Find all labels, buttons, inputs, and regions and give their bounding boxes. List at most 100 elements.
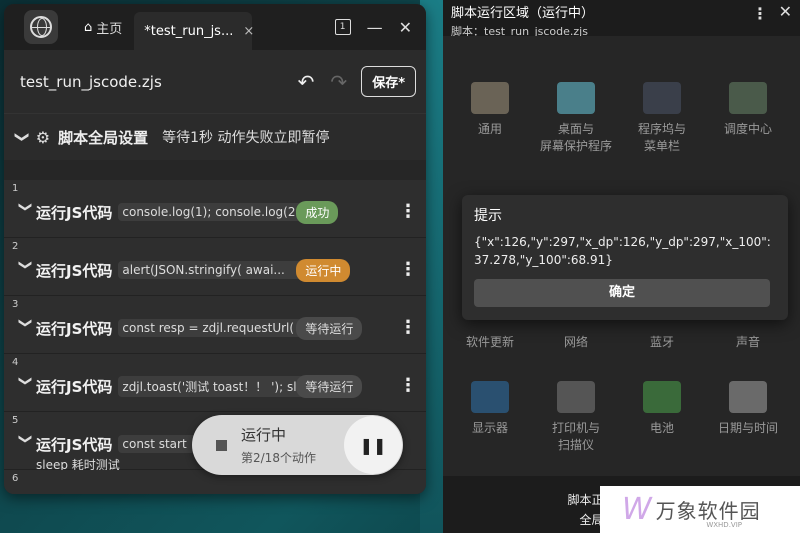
stop-icon[interactable] xyxy=(216,439,227,451)
watermark: W 万象软件园 WXHD.VIP xyxy=(600,486,800,533)
pref-label: 软件更新 xyxy=(465,335,514,349)
chevron-down-icon[interactable]: ❯ xyxy=(18,433,33,455)
step-row[interactable]: 1 ❯ 运行JS代码 console.log(1); console.log(2...… xyxy=(4,180,426,238)
pref-item[interactable]: 打印机与 扫描仪 xyxy=(531,381,621,453)
pref-item[interactable]: 调度中心 xyxy=(703,82,793,137)
status-badge: 等待运行 xyxy=(296,374,363,398)
tab-script-label: *test_run_js... xyxy=(144,23,234,39)
step-title: 运行JS代码 xyxy=(36,435,113,454)
pref-item[interactable]: 日期与时间 xyxy=(703,381,793,436)
pref-icon xyxy=(643,381,681,413)
step-row[interactable]: 2 ❯ 运行JS代码 alert(JSON.stringify( awai... 运行中… xyxy=(4,238,426,296)
run-progress: 第2/18个动作 xyxy=(241,451,316,465)
step-row[interactable]: 4 ❯ 运行JS代码 zdjl.toast('测试 toast！！ '); sle 等待… xyxy=(4,354,426,412)
step-number: 3 xyxy=(12,299,19,310)
status-badge: 成功 xyxy=(296,200,339,224)
pref-label: 调度中心 xyxy=(723,122,772,136)
global-settings-row[interactable]: ❯ ⚙ 脚本全局设置 等待1秒 动作失败立即暂停 xyxy=(4,114,426,160)
run-area-title: 脚本运行区域（运行中） xyxy=(451,6,595,21)
run-area-header: 脚本运行区域（运行中） 脚本：test_run_jscode.zjs ⋮ ✕ xyxy=(443,0,800,38)
close-run-area-icon[interactable]: ✕ xyxy=(779,2,792,21)
pref-label: 网络 xyxy=(563,335,588,349)
close-tab-icon[interactable]: × xyxy=(243,24,254,39)
pref-label: 打印机与 扫描仪 xyxy=(551,421,600,452)
pref-label: 蓝牙 xyxy=(649,335,674,349)
chevron-down-icon[interactable]: ❯ xyxy=(18,375,33,397)
tab-script[interactable]: *test_run_js... × xyxy=(134,12,254,50)
save-button[interactable]: 保存* xyxy=(361,66,416,97)
pref-item[interactable]: 桌面与 屏幕保护程序 xyxy=(531,82,621,154)
run-status-title: 运行中 xyxy=(241,426,287,444)
watermark-url: WXHD.VIP xyxy=(706,521,742,529)
home-icon: ⌂ xyxy=(84,19,93,35)
watermark-brand: 万象软件园 xyxy=(655,499,761,523)
step-code-preview: const resp = zdjl.requestUrl( xyxy=(118,319,305,337)
step-title: 运行JS代码 xyxy=(36,377,113,396)
step-row[interactable]: 3 ❯ 运行JS代码 const resp = zdjl.requestUrl(等待运… xyxy=(4,296,426,354)
step-title: 运行JS代码 xyxy=(36,203,113,222)
chevron-down-icon[interactable]: ❯ xyxy=(18,201,33,223)
tab-home[interactable]: ⌂ 主页 xyxy=(76,4,130,50)
step-number: 4 xyxy=(12,357,19,368)
global-settings-meta: 等待1秒 动作失败立即暂停 xyxy=(162,130,330,146)
step-menu-icon[interactable]: ⋮ xyxy=(398,203,418,221)
undo-icon[interactable]: ↶ xyxy=(298,70,315,94)
pref-label: 日期与时间 xyxy=(717,421,778,435)
status-badge: 等待运行 xyxy=(296,316,363,340)
chevron-down-icon[interactable]: ❯ xyxy=(14,131,30,143)
global-settings-title: 脚本全局设置 xyxy=(58,128,149,147)
alert-dialog: 提示 {"x":126,"y":297,"x_dp":126,"y_dp":29… xyxy=(462,195,788,320)
run-status-pill: 运行中 第2/18个动作 ❚❚ xyxy=(192,415,403,475)
chevron-down-icon[interactable]: ❯ xyxy=(18,259,33,281)
pref-label: 通用 xyxy=(477,122,502,136)
status-badge: 运行中 xyxy=(296,258,351,282)
pref-icon xyxy=(471,381,509,413)
pref-item[interactable]: 显示器 xyxy=(445,381,535,436)
window-controls: 1 — ✕ xyxy=(334,4,412,50)
titlebar: ⌂ 主页 *test_run_js... × 1 — ✕ xyxy=(4,4,426,50)
pref-icon xyxy=(729,82,767,114)
step-number: 5 xyxy=(12,415,19,426)
step-number: 6 xyxy=(12,473,19,484)
dialog-title: 提示 xyxy=(474,208,502,224)
file-toolbar: test_run_jscode.zjs ↶ ↷ 保存* xyxy=(4,50,426,114)
pref-label: 桌面与 屏幕保护程序 xyxy=(539,122,612,153)
pref-icon xyxy=(557,381,595,413)
pref-label: 程序坞与 菜单栏 xyxy=(637,122,686,153)
step-menu-icon[interactable]: ⋮ xyxy=(398,377,418,395)
step-code-preview: alert(JSON.stringify( awai... xyxy=(118,261,305,279)
dialog-ok-button[interactable]: 确定 xyxy=(474,279,770,307)
pref-label: 显示器 xyxy=(471,421,508,435)
minimize-icon[interactable]: — xyxy=(367,18,383,37)
step-title: 运行JS代码 xyxy=(36,261,113,280)
step-menu-icon[interactable]: ⋮ xyxy=(398,261,418,279)
dialog-body: {"x":126,"y":297,"x_dp":126,"y_dp":297,"… xyxy=(474,235,771,267)
pref-icon xyxy=(471,82,509,114)
pref-icon xyxy=(729,381,767,413)
step-number: 1 xyxy=(12,183,19,194)
file-name: test_run_jscode.zjs xyxy=(20,72,162,91)
redo-icon[interactable]: ↷ xyxy=(330,70,347,94)
pref-icon xyxy=(557,82,595,114)
step-title: 运行JS代码 xyxy=(36,319,113,338)
pref-label: 声音 xyxy=(735,335,760,349)
pref-item[interactable]: 电池 xyxy=(617,381,707,436)
close-window-icon[interactable]: ✕ xyxy=(399,18,412,37)
pref-label: 电池 xyxy=(649,421,674,435)
pref-icon xyxy=(643,82,681,114)
step-menu-icon[interactable]: ⋮ xyxy=(398,319,418,337)
tab-home-label: 主页 xyxy=(96,21,123,37)
app-logo-icon[interactable] xyxy=(24,10,58,44)
chevron-down-icon[interactable]: ❯ xyxy=(18,317,33,339)
pref-item[interactable]: 程序坞与 菜单栏 xyxy=(617,82,707,154)
always-on-top-icon[interactable]: 1 xyxy=(334,19,351,35)
more-menu-icon[interactable]: ⋮ xyxy=(752,4,768,23)
gear-icon: ⚙ xyxy=(35,127,51,147)
step-number: 2 xyxy=(12,241,19,252)
divider xyxy=(4,160,426,180)
pause-button[interactable]: ❚❚ xyxy=(344,416,402,474)
step-code-preview: console.log(1); console.log(2... xyxy=(118,203,305,221)
pref-item[interactable]: 通用 xyxy=(445,82,535,137)
watermark-logo-icon: W xyxy=(622,492,652,527)
step-code-preview: zdjl.toast('测试 toast！！ '); sle xyxy=(118,375,305,397)
